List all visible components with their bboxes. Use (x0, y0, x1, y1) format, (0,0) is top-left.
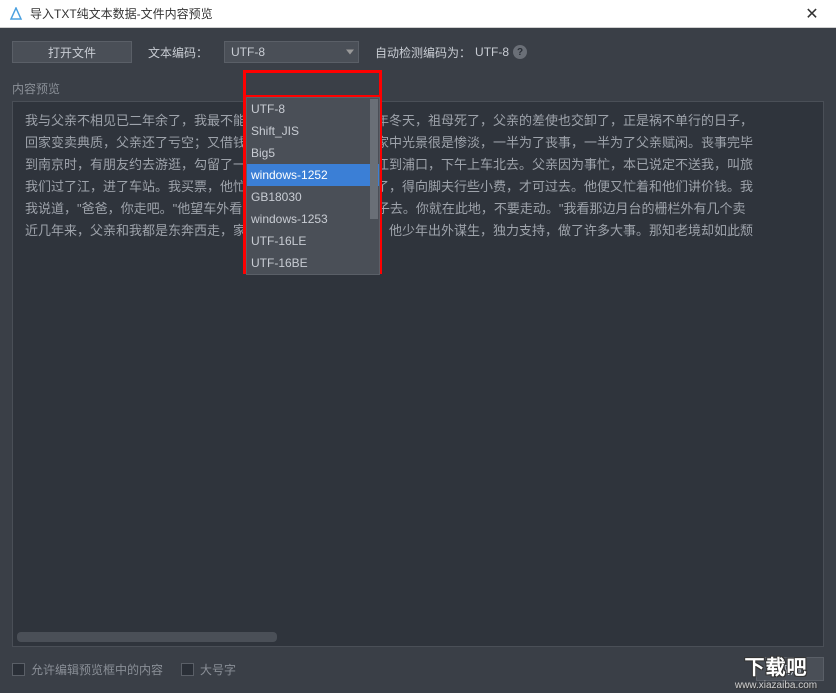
encoding-select[interactable]: UTF-8 (224, 41, 359, 63)
encoding-option[interactable]: Shift_JIS (247, 120, 379, 142)
preview-line: 我与父亲不相见已二年余了，我最不能忘记的是他的背影。那年冬天，祖母死了，父亲的差… (25, 110, 811, 132)
preview-label: 内容预览 (12, 80, 824, 97)
preview-line: 我们过了江，进了车站。我买票，他忙着照看行李。行李太多了，得向脚夫行些小费，才可… (25, 176, 811, 198)
preview-line: 到南京时，有朋友约去游逛，勾留了一日；第二日上午便须渡江到浦口，下午上车北去。父… (25, 154, 811, 176)
large-font-checkbox[interactable]: 大号字 (181, 661, 236, 678)
checkbox-icon (12, 663, 25, 676)
watermark: 下载吧 www.xiazaiba.com (716, 649, 836, 693)
encoding-option[interactable]: UTF-16LE (247, 230, 379, 252)
encoding-dropdown[interactable]: UTF-8Shift_JISBig5windows-1252GB18030win… (246, 97, 380, 275)
allow-edit-checkbox[interactable]: 允许编辑预览框中的内容 (12, 661, 163, 678)
encoding-option[interactable]: Big5 (247, 142, 379, 164)
encoding-option[interactable]: UTF-16BE (247, 252, 379, 274)
titlebar: 导入TXT纯文本数据-文件内容预览 ✕ (0, 0, 836, 28)
encoding-option[interactable]: windows-1253 (247, 208, 379, 230)
close-button[interactable]: ✕ (796, 0, 828, 27)
open-file-button[interactable]: 打开文件 (12, 41, 132, 63)
help-icon[interactable]: ? (513, 45, 527, 59)
large-font-label: 大号字 (200, 661, 236, 678)
encoding-option[interactable]: GB18030 (247, 186, 379, 208)
encoding-label: 文本编码： (148, 44, 208, 61)
preview-line: 我说道，"爸爸，你走吧。"他望车外看了看，说，"我买几个橘子去。你就在此地，不要… (25, 198, 811, 220)
dropdown-scrollbar[interactable] (370, 99, 378, 219)
preview-line: 近几年来，父亲和我都是东奔西走，家中光景是一日不如一日。他少年出外谋生，独力支持… (25, 220, 811, 242)
encoding-option[interactable]: windows-1252 (247, 164, 379, 186)
checkbox-icon (181, 663, 194, 676)
encoding-selected-value: UTF-8 (231, 45, 265, 59)
horizontal-scrollbar[interactable] (17, 632, 277, 642)
auto-detect-label: 自动检测编码为： UTF-8 ? (375, 44, 527, 61)
encoding-option[interactable]: UTF-8 (247, 98, 379, 120)
window-title: 导入TXT纯文本数据-文件内容预览 (30, 5, 796, 22)
preview-line: 回家变卖典质，父亲还了亏空；又借钱办了丧事。这些日子，家中光景很是惨淡，一半为了… (25, 132, 811, 154)
allow-edit-label: 允许编辑预览框中的内容 (31, 661, 163, 678)
chevron-down-icon (346, 50, 354, 55)
app-icon (8, 6, 24, 22)
preview-textarea: 我与父亲不相见已二年余了，我最不能忘记的是他的背影。那年冬天，祖母死了，父亲的差… (12, 101, 824, 647)
